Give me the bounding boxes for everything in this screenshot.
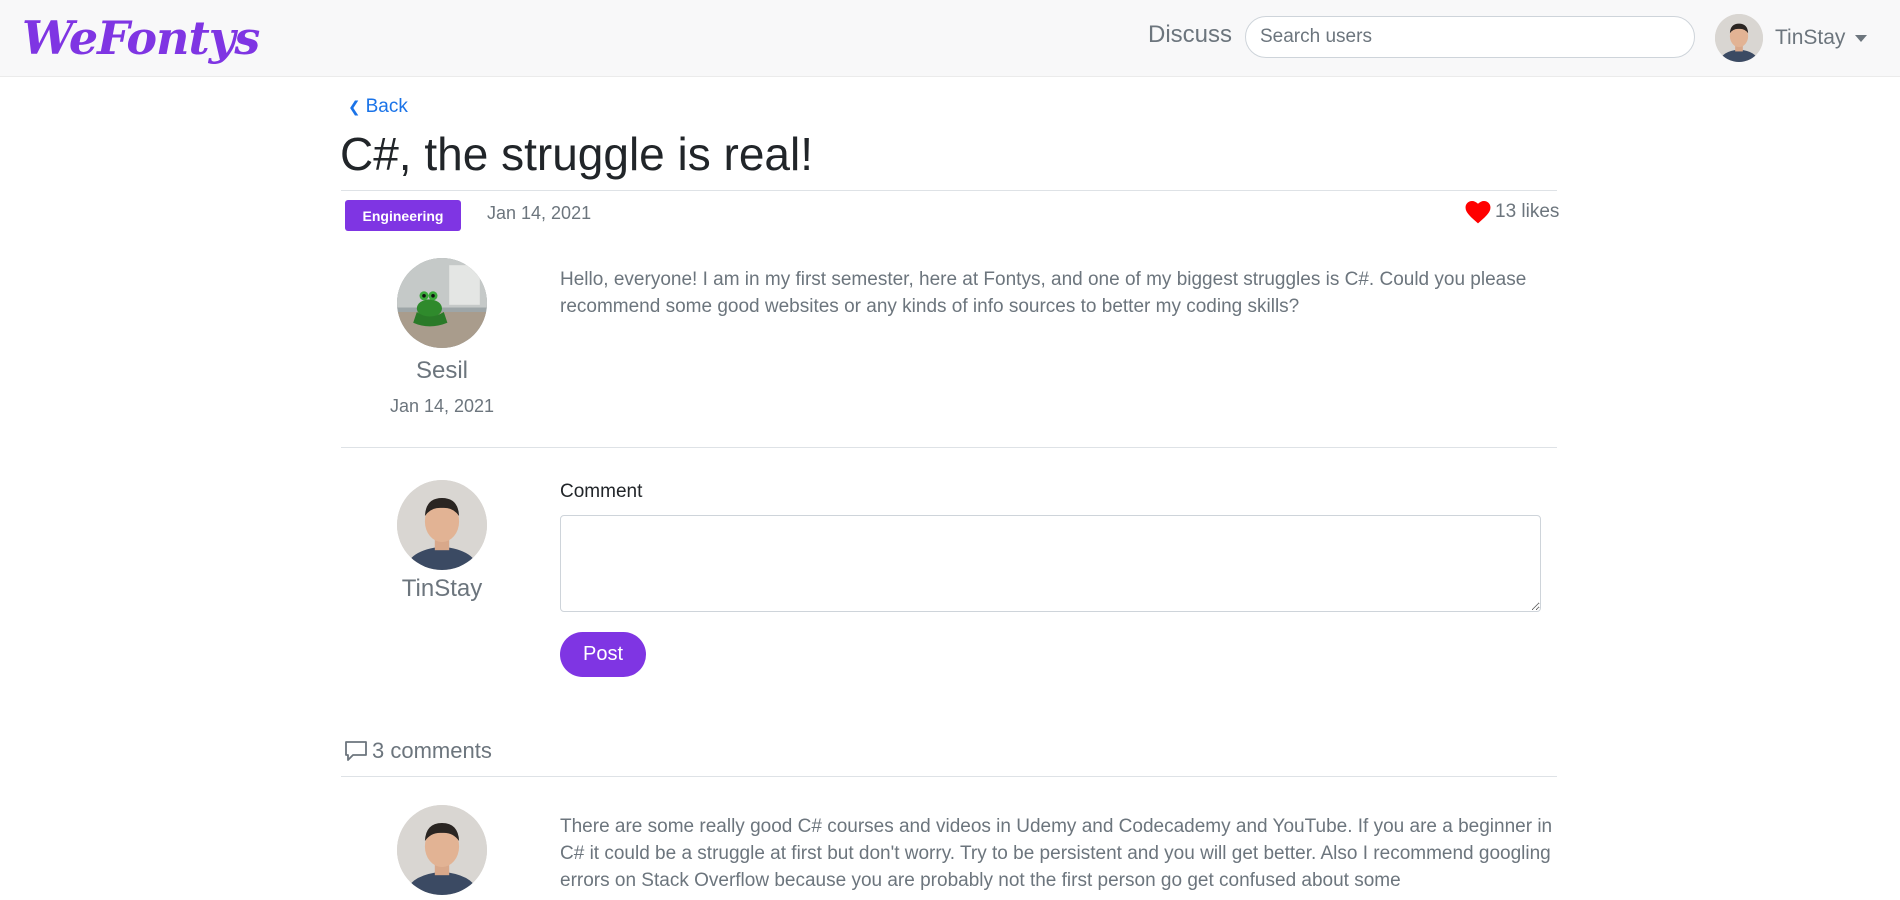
comment-text: There are some really good C# courses an… (560, 816, 1553, 891)
divider (341, 190, 1557, 191)
tag-badge[interactable]: Engineering (345, 200, 461, 231)
chevron-left-icon: ❮ (348, 99, 361, 116)
post-author: Sesil Jan 14, 2021 (376, 258, 508, 417)
post-body: Hello, everyone! I am in my first semest… (560, 269, 1527, 317)
back-link[interactable]: ❮ Back (348, 96, 408, 118)
heart-icon[interactable] (1465, 200, 1491, 224)
comment-textarea[interactable] (560, 515, 1541, 612)
avatar (1715, 14, 1763, 62)
commenter-name: TinStay (401, 575, 483, 602)
likes-count: 13 likes (1495, 201, 1560, 222)
navbar: WeFontys Discuss TinStay (0, 0, 1900, 77)
avatar (397, 480, 487, 570)
post-comment-button[interactable]: Post (560, 632, 646, 677)
author-name[interactable]: Sesil (376, 356, 508, 386)
user-menu-name: TinStay (1775, 26, 1846, 49)
divider (341, 447, 1557, 448)
user-menu-dropdown[interactable]: TinStay (1715, 13, 1868, 63)
search-users-input[interactable] (1245, 16, 1695, 58)
post-date: Jan 14, 2021 (487, 203, 592, 223)
back-label: Back (365, 96, 408, 117)
post-title: C#, the struggle is real! (340, 128, 814, 180)
comment-form-user: TinStay (376, 480, 508, 604)
avatar[interactable] (397, 258, 487, 348)
divider (341, 776, 1557, 777)
comment-label: Comment (560, 481, 643, 502)
avatar[interactable] (397, 805, 487, 895)
comment-icon (345, 741, 367, 761)
comments-count: 3 comments (344, 738, 492, 764)
author-date: Jan 14, 2021 (389, 396, 495, 416)
caret-down-icon (1855, 34, 1868, 42)
logo[interactable]: WeFontys (22, 10, 260, 66)
likes-counter: 13 likes (1465, 200, 1559, 224)
comments-count-label: 3 comments (372, 738, 492, 763)
nav-discuss-link[interactable]: Discuss (1148, 20, 1232, 50)
